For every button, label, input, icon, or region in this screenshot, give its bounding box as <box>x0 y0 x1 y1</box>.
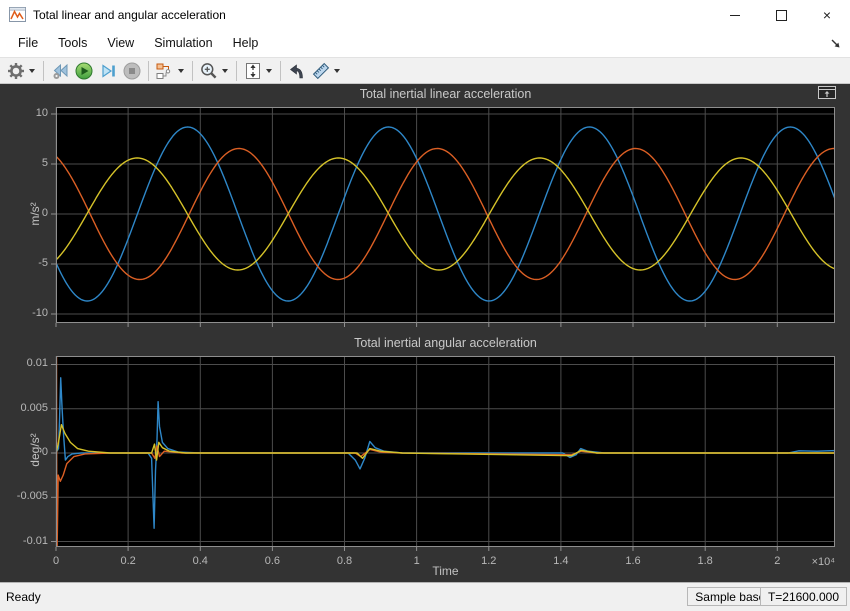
x-tick-label: 0.4 <box>180 555 220 567</box>
measurements-button[interactable] <box>309 60 333 82</box>
dropdown-caret-icon[interactable] <box>29 69 35 73</box>
y-tick-label: -0.01 <box>2 535 48 547</box>
close-button[interactable]: × <box>804 0 850 30</box>
menu-view[interactable]: View <box>97 32 144 55</box>
toolbar-separator <box>280 61 281 81</box>
x-tick-label: 2 <box>757 555 797 567</box>
gear-button[interactable] <box>4 60 28 82</box>
x-tick-label: 0.8 <box>325 555 365 567</box>
toolbar-separator <box>43 61 44 81</box>
y-tick-label: 5 <box>2 157 48 169</box>
linear-plot-title: Total inertial linear acceleration <box>56 87 835 101</box>
stop-icon <box>122 61 142 81</box>
stop-button[interactable] <box>120 60 144 82</box>
x-tick-label: 0.6 <box>252 555 292 567</box>
minimize-button[interactable] <box>712 0 758 30</box>
status-sim-time: T=21600.000 <box>760 587 847 606</box>
trigger-icon <box>287 61 307 81</box>
trigger-button[interactable] <box>285 60 309 82</box>
zoom-icon <box>199 61 219 81</box>
signal-selector-button[interactable] <box>153 60 177 82</box>
y-tick-label: 0 <box>2 207 48 219</box>
x-tick-label: 1.2 <box>469 555 509 567</box>
x-tick-label: 1 <box>397 555 437 567</box>
measurements-icon <box>311 61 331 81</box>
y-tick-label: 10 <box>2 107 48 119</box>
dropdown-caret-icon[interactable] <box>266 69 272 73</box>
run-icon <box>74 61 94 81</box>
status-bar: Ready Sample based T=21600.000 <box>0 582 850 611</box>
menu-help[interactable]: Help <box>223 32 269 55</box>
toolbar-separator <box>236 61 237 81</box>
fit-to-view-button[interactable] <box>241 60 265 82</box>
menu-tools[interactable]: Tools <box>48 32 97 55</box>
dropdown-caret-icon[interactable] <box>222 69 228 73</box>
close-icon: × <box>823 10 831 20</box>
toolbar-separator <box>192 61 193 81</box>
menu-bar: File Tools View Simulation Help <box>0 30 850 57</box>
maximize-icon <box>776 10 787 21</box>
fit-to-view-icon <box>243 61 263 81</box>
y-tick-label: 0 <box>2 446 48 458</box>
linear-acceleration-plot[interactable] <box>50 106 837 330</box>
scope-app-icon <box>9 7 26 22</box>
angular-plot-title: Total inertial angular acceleration <box>56 336 835 350</box>
maximize-button[interactable] <box>758 0 804 30</box>
toolbar-separator <box>148 61 149 81</box>
title-bar: Total linear and angular acceleration × <box>0 0 850 30</box>
menu-file[interactable]: File <box>8 32 48 55</box>
y-tick-label: 0.005 <box>2 402 48 414</box>
y-tick-label: 0.01 <box>2 357 48 369</box>
x-tick-label: 1.6 <box>613 555 653 567</box>
window-title: Total linear and angular acceleration <box>33 8 226 22</box>
dropdown-caret-icon[interactable] <box>334 69 340 73</box>
x-tick-label: 0.2 <box>108 555 148 567</box>
y-tick-label: -0.005 <box>2 490 48 502</box>
dock-arrow-icon[interactable] <box>830 38 842 50</box>
step-back-icon <box>50 61 70 81</box>
menu-simulation[interactable]: Simulation <box>144 32 222 55</box>
minimize-icon <box>730 15 740 16</box>
x-tick-label: 0 <box>36 555 76 567</box>
step-back-button[interactable] <box>48 60 72 82</box>
status-text: Ready <box>6 590 41 604</box>
step-forward-icon <box>98 61 118 81</box>
toolbar <box>0 57 850 84</box>
step-forward-button[interactable] <box>96 60 120 82</box>
x-tick-label: 1.8 <box>685 555 725 567</box>
x-tick-label: 1.4 <box>541 555 581 567</box>
signal-selector-icon <box>155 61 175 81</box>
zoom-button[interactable] <box>197 60 221 82</box>
run-button[interactable] <box>72 60 96 82</box>
plot-canvas: Total inertial linear acceleration Total… <box>0 84 850 582</box>
scope-window: Total linear and angular acceleration × … <box>0 0 850 611</box>
y-tick-label: -10 <box>2 307 48 319</box>
angular-acceleration-plot[interactable] <box>50 355 837 554</box>
y-tick-label: -5 <box>2 257 48 269</box>
dropdown-caret-icon[interactable] <box>178 69 184 73</box>
gear-icon <box>6 61 26 81</box>
expand-panel-icon[interactable] <box>818 86 836 99</box>
